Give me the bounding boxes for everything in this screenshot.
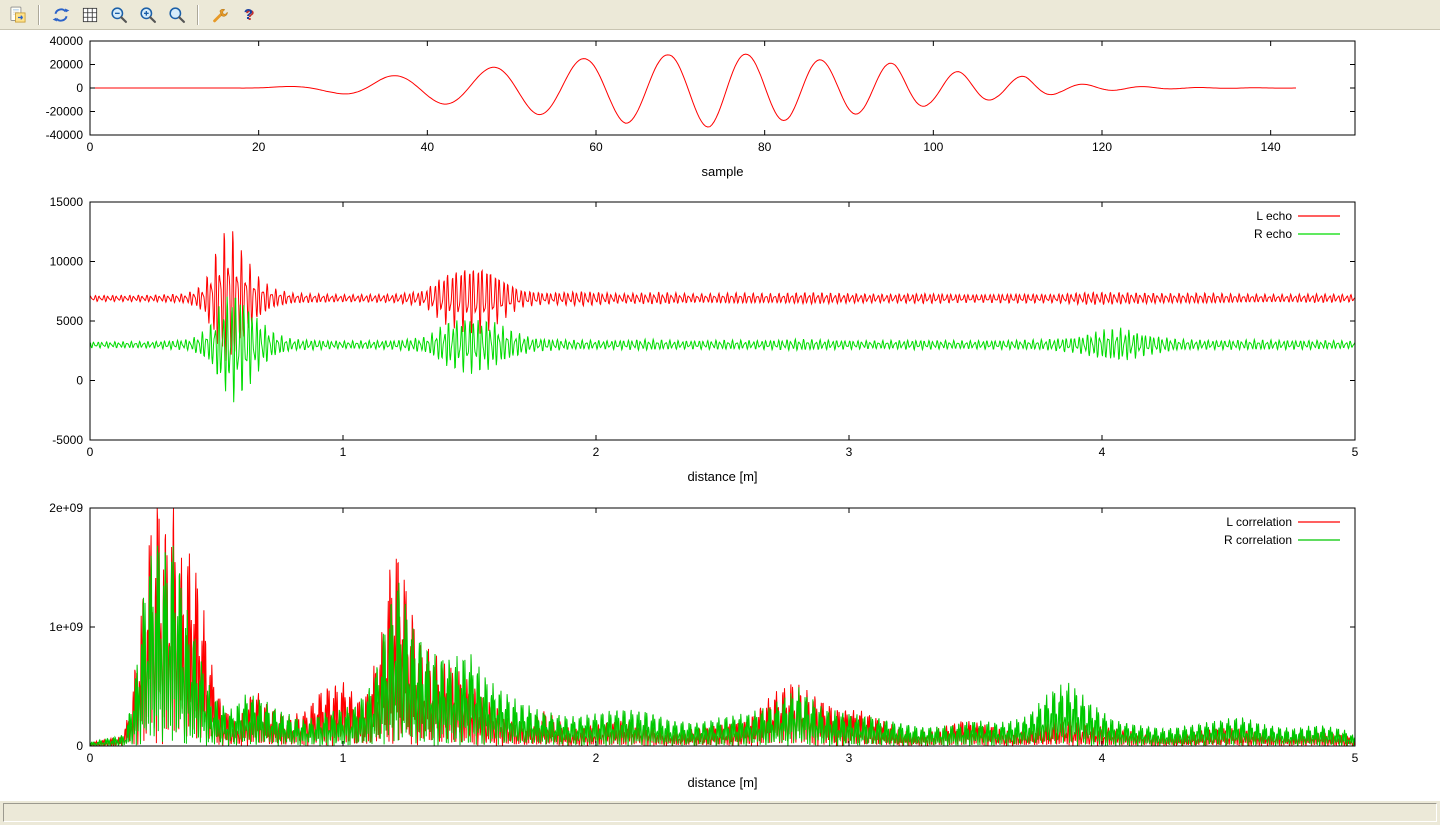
x-tick-label: 80 (758, 140, 772, 154)
svg-text:?: ? (243, 6, 252, 23)
toolbar-separator (197, 5, 199, 25)
x-tick-label: 5 (1352, 445, 1359, 459)
help-button[interactable]: ?? (235, 2, 262, 27)
legend-label: R echo (1254, 227, 1292, 241)
grid-icon (80, 5, 100, 25)
x-tick-label: 40 (421, 140, 435, 154)
series-pulse (90, 54, 1296, 127)
x-tick-label: 5 (1352, 751, 1359, 765)
x-tick-label: 0 (87, 751, 94, 765)
help-icon: ?? (239, 5, 259, 25)
series-l-echo (90, 231, 1355, 361)
status-bar (0, 800, 1440, 825)
zoom-next-button[interactable] (134, 2, 161, 27)
chart-pulse[interactable]: 0 20 40 60 80 100 120 140 -40000 -20000 0 20000 4000… (0, 30, 1440, 190)
y-tick-label: 10000 (50, 255, 84, 269)
plot-border (90, 202, 1355, 440)
x-tick-label: 4 (1099, 445, 1106, 459)
x-axis-label: sample (702, 164, 744, 179)
x-tick-label: 4 (1099, 751, 1106, 765)
plot-border (90, 508, 1355, 746)
x-axis-label: distance [m] (687, 775, 757, 790)
y-tick-label: 0 (76, 374, 83, 388)
legend-label: L echo (1256, 209, 1292, 223)
toolbar: ?? (0, 0, 1440, 30)
magnifier-minus-icon (109, 5, 129, 25)
replot-button[interactable] (47, 2, 74, 27)
x-axis-label: distance [m] (687, 469, 757, 484)
y-tick-label: 2e+09 (49, 501, 83, 515)
y-tick-label: 5000 (56, 314, 83, 328)
chart-correlation[interactable]: 0 1 2 3 4 5 0 1e+09 2e+09 distance [m] L correlati… (0, 500, 1440, 800)
x-tick-label: 3 (846, 751, 853, 765)
y-tick-label: 40000 (50, 34, 84, 48)
x-tick-label: 100 (923, 140, 943, 154)
x-tick-label: 3 (846, 445, 853, 459)
status-text (3, 803, 1437, 822)
magnifier-plus-icon (138, 5, 158, 25)
x-tick-label: 1 (340, 445, 347, 459)
zoom-previous-button[interactable] (105, 2, 132, 27)
legend-label: L correlation (1226, 515, 1292, 529)
x-tick-label: 60 (589, 140, 603, 154)
series-r-correlation (90, 546, 1355, 746)
series-l-correlation (90, 508, 1355, 746)
series-r-echo (90, 297, 1355, 403)
legend-label: R correlation (1224, 533, 1292, 547)
y-tick-label: 15000 (50, 195, 84, 209)
refresh-icon (51, 5, 71, 25)
y-tick-label: 1e+09 (49, 620, 83, 634)
x-tick-label: 1 (340, 751, 347, 765)
chart-echo[interactable]: 0 1 2 3 4 5 -5000 0 5000 10000 15000 distance [m] L … (0, 190, 1440, 500)
plot-canvas: 020406080100120140-40000-200000200004000… (0, 30, 1440, 800)
x-tick-label: 0 (87, 140, 94, 154)
y-tick-label: 0 (76, 739, 83, 753)
x-tick-label: 120 (1092, 140, 1112, 154)
clipboard-export-icon (8, 5, 28, 25)
y-tick-label: -20000 (46, 105, 84, 119)
copy-to-clipboard-button[interactable] (4, 2, 31, 27)
plot-border (90, 41, 1355, 135)
x-tick-label: 2 (593, 751, 600, 765)
y-tick-label: -5000 (52, 433, 83, 447)
wrench-icon (210, 5, 230, 25)
toggle-grid-button[interactable] (76, 2, 103, 27)
x-tick-label: 2 (593, 445, 600, 459)
gnuplot-window: ?? 020406080100120140-40000-200000200004… (0, 0, 1440, 825)
magnifier-icon (167, 5, 187, 25)
x-tick-label: 140 (1261, 140, 1281, 154)
toolbar-separator (38, 5, 40, 25)
x-tick-label: 20 (252, 140, 266, 154)
autoscale-button[interactable] (163, 2, 190, 27)
y-tick-label: 20000 (50, 58, 84, 72)
y-tick-label: -40000 (46, 128, 84, 142)
y-tick-label: 0 (76, 81, 83, 95)
x-tick-label: 0 (87, 445, 94, 459)
configure-button[interactable] (206, 2, 233, 27)
